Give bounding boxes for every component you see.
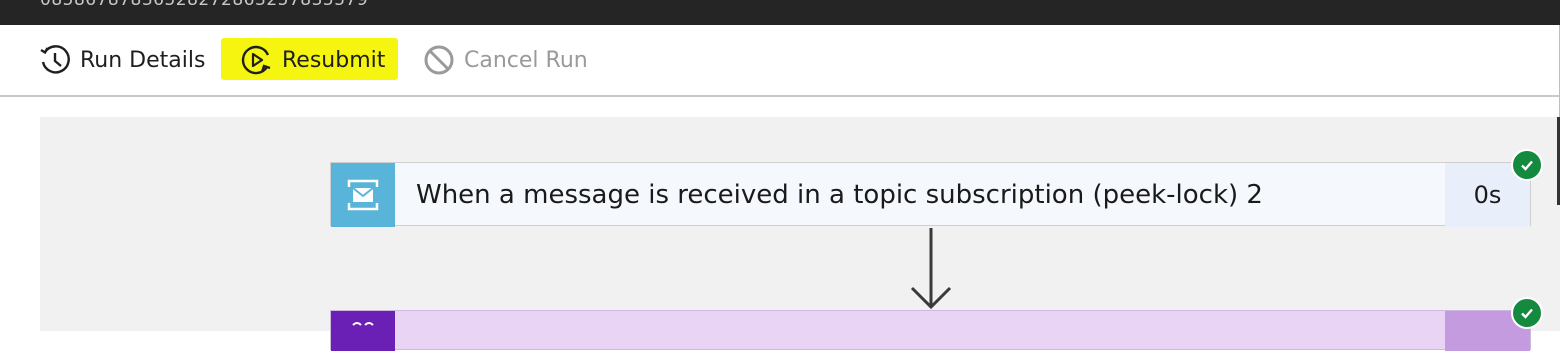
step-title: When a message is received in a topic su… [416,180,1263,210]
service-bus-icon [331,163,395,227]
resubmit-icon [241,45,271,75]
success-check-icon [1511,149,1543,181]
run-details-label: Run Details [80,47,206,73]
history-icon [40,45,70,74]
workflow-step-scope[interactable] [330,310,1531,351]
workflow-step-trigger[interactable]: When a message is received in a topic su… [330,162,1531,227]
run-id: 08586787836528272863257835579 [40,0,369,10]
scope-icon [331,311,395,351]
resubmit-label: Resubmit [282,47,386,73]
cancel-run-label: Cancel Run [464,47,588,73]
cancel-icon [424,45,454,75]
resubmit-button[interactable]: Resubmit [240,25,385,95]
connector-arrow-icon [910,228,952,310]
run-details-button[interactable]: Run Details [38,25,205,95]
title-bar: 08586787836528272863257835579 [0,0,1560,25]
toolbar: Run Details Resubmit Cancel Run [0,25,1560,97]
cancel-run-button[interactable]: Cancel Run [422,25,588,95]
success-check-icon [1511,297,1543,329]
